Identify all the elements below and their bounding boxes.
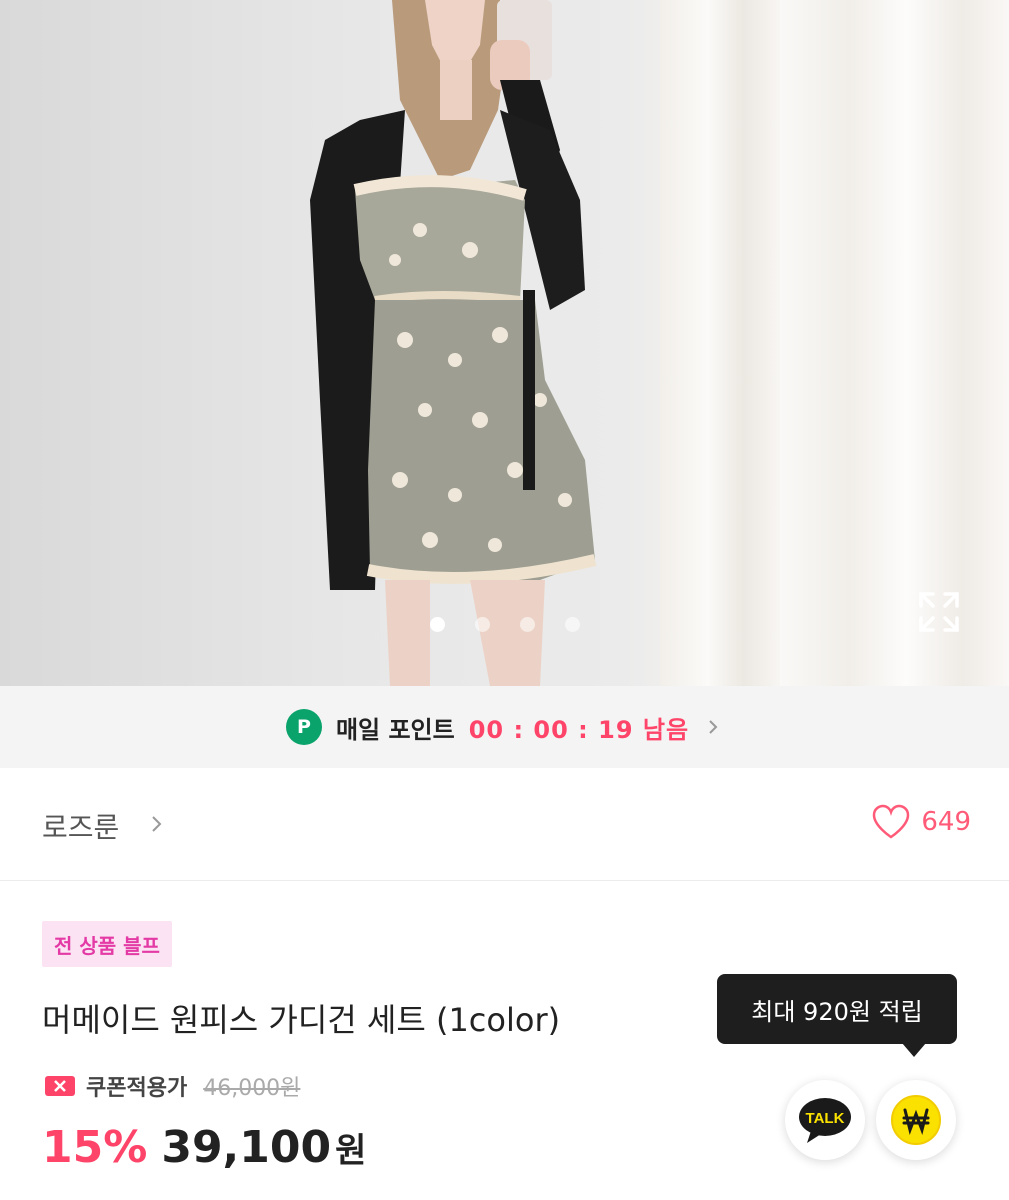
discount-rate: 15% [42,1122,148,1173]
model-photo [310,0,597,686]
points-timer: 00 : 00 : 19 남음 [468,715,690,744]
tooltip-arrow [902,1043,926,1057]
currency-unit: 원 [335,1131,367,1171]
pagination-dot[interactable] [474,617,490,632]
points-icon: P [285,709,322,745]
coupon-icon [45,1076,75,1096]
chevron-right-icon[interactable] [148,813,166,835]
reward-button[interactable] [876,1080,956,1160]
promo-badge: 전 상품 블프 [42,921,172,967]
pagination-dot[interactable] [429,617,445,632]
pagination-dot[interactable] [564,617,580,632]
chevron-right-icon [709,720,718,734]
daily-points-banner[interactable]: P 매일 포인트 00 : 00 : 19 남음 [0,686,1009,768]
sale-price: 39,100 [161,1122,332,1173]
product-image[interactable] [0,0,1009,686]
gallery-pagination [0,617,1009,637]
like-button[interactable]: 649 [871,804,971,840]
expand-icon[interactable] [917,590,961,634]
coupon-label: 쿠폰적용가 [86,1076,188,1101]
points-label: 매일 포인트 [335,715,455,744]
talk-icon: TALK [799,1098,851,1143]
svg-text:TALK: TALK [806,1110,845,1127]
like-count: 649 [921,807,971,837]
kakao-talk-button[interactable]: TALK [785,1080,865,1160]
heart-icon [873,804,910,839]
product-title: 머메이드 원피스 가디건 세트 (1color) [42,1001,561,1039]
price-row: 15% 39,100 원 [42,1122,366,1173]
reward-tooltip: 최대 920원 적립 [717,974,957,1044]
won-coin-icon [891,1095,941,1145]
brand-link[interactable]: 로즈룬 [42,806,119,846]
pagination-dot[interactable] [519,617,535,632]
original-price: 46,000원 [203,1076,301,1101]
coupon-price-row: 쿠폰적용가 46,000원 [44,1070,300,1102]
